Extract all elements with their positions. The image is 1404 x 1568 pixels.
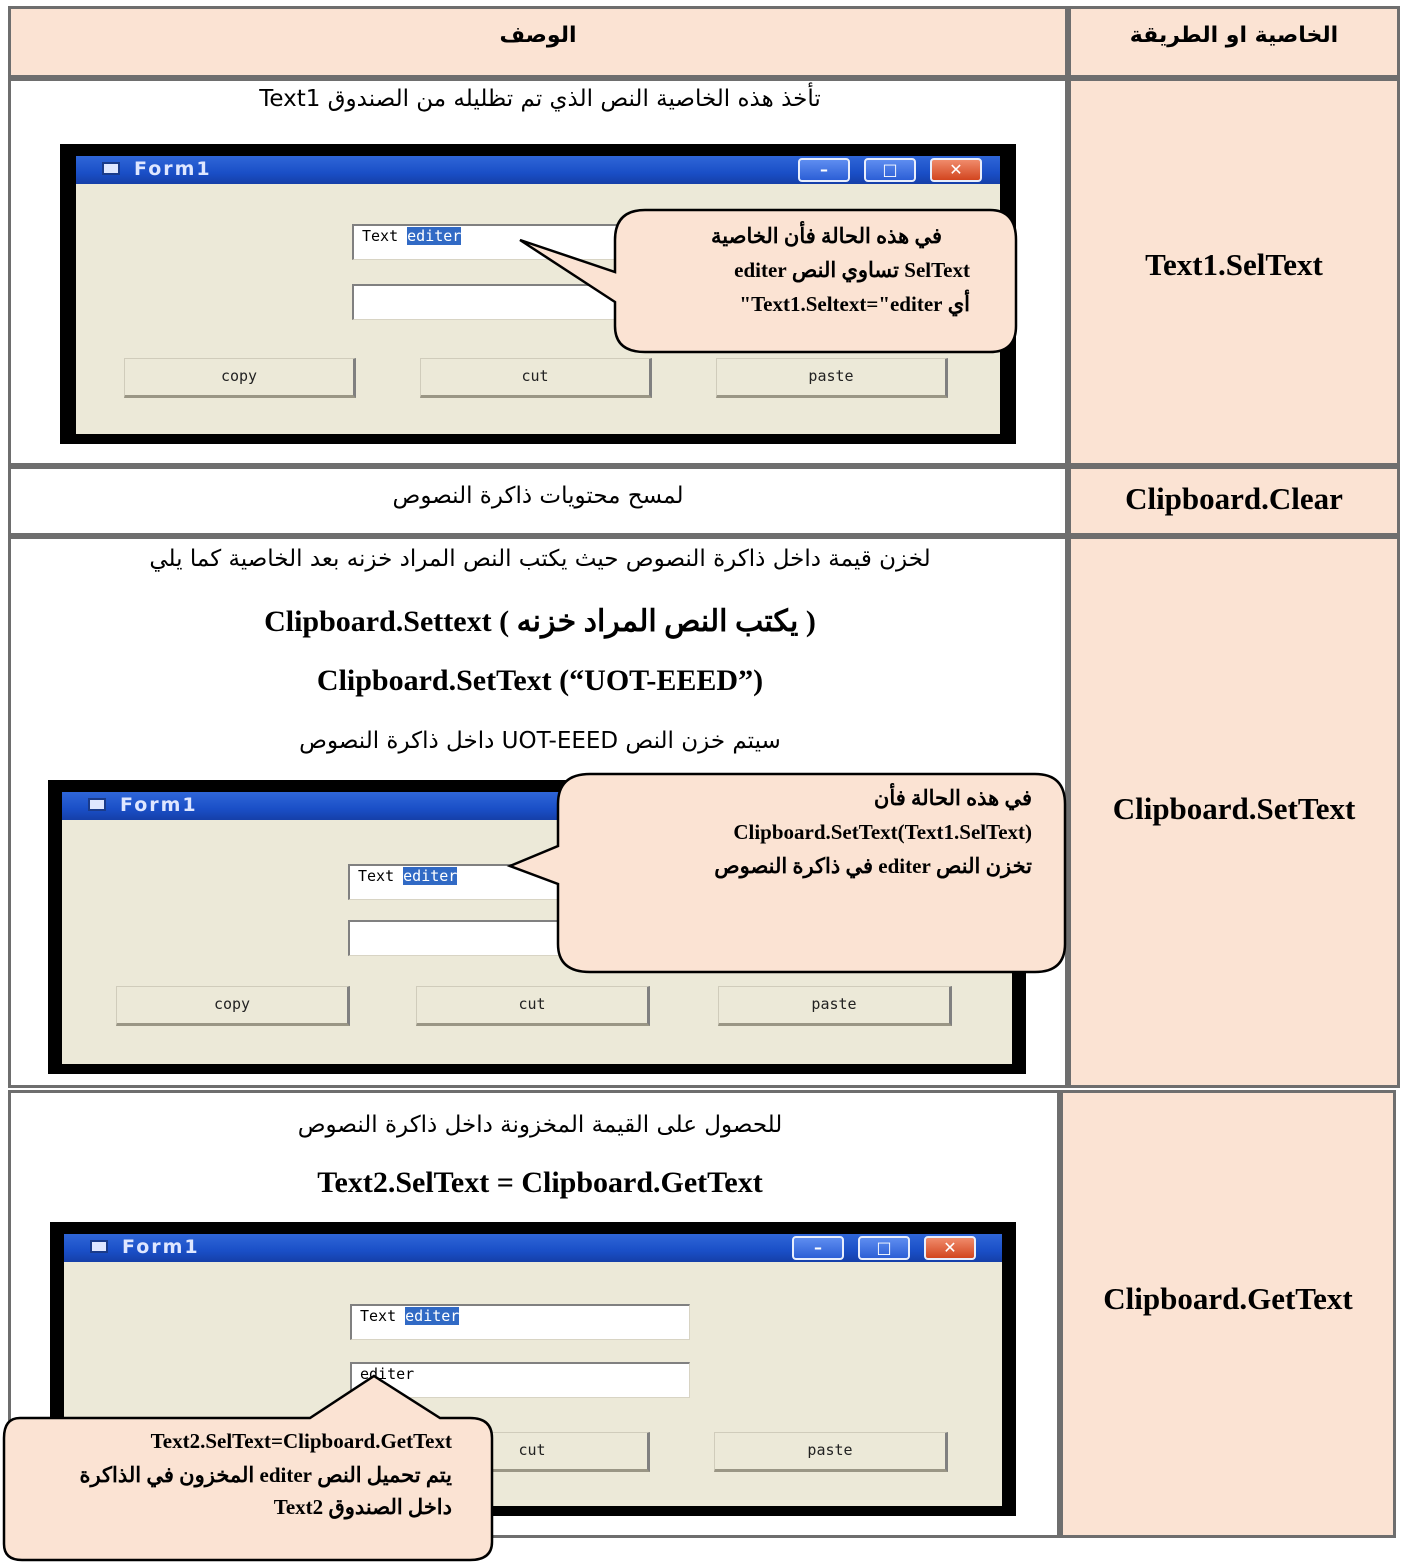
- row4-callout-line1: Text2.SelText=Clipboard.GetText: [150, 1429, 452, 1453]
- row3-result: سيتم خزن النص UOT-EEED داخل ذاكرة النصوص: [299, 728, 781, 754]
- row2-desc-cell: لمسح محتويات ذاكرة النصوص: [8, 466, 1068, 536]
- row3-text1-selection: editer: [403, 867, 458, 885]
- row3-syntax: Clipboard.Settext ( يكتب النص المراد خزن…: [40, 604, 1040, 639]
- row4-desc: للحصول على القيمة المخزونة داخل ذاكرة ال…: [297, 1112, 783, 1138]
- row4-callout: Text2.SelText=Clipboard.GetText يتم تحمي…: [0, 1372, 500, 1562]
- paste-button[interactable]: paste: [716, 358, 948, 398]
- row1-callout-line1: في هذه الحالة فأن الخاصية: [711, 224, 942, 248]
- row1-callout-line3: أي Text1.Seltext="editer": [739, 292, 970, 316]
- row3-callout-line1: في هذه الحالة فأن: [873, 786, 1032, 810]
- row1-window-title: Form1: [134, 158, 212, 180]
- copy-button[interactable]: copy: [124, 358, 356, 398]
- cut-button[interactable]: cut: [416, 986, 650, 1026]
- copy-button[interactable]: copy: [116, 986, 350, 1026]
- row4-example: Text2.SelText = Clipboard.GetText: [317, 1166, 763, 1199]
- row1-text1-selection: editer: [407, 227, 462, 245]
- header-method-label: الخاصية او الطريقة: [1129, 23, 1339, 48]
- row4-titlebar[interactable]: Form1 – □ ✕: [64, 1234, 1002, 1262]
- maximize-icon[interactable]: □: [864, 158, 916, 182]
- row1-callout-line2: SelText تساوي النص editer: [734, 258, 970, 282]
- row2-desc: لمسح محتويات ذاكرة النصوص: [392, 483, 684, 509]
- close-icon[interactable]: ✕: [930, 158, 982, 182]
- paste-button[interactable]: paste: [714, 1432, 948, 1472]
- row3-desc: لخزن قيمة داخل ذاكرة النصوص حيث يكتب الن…: [149, 546, 931, 572]
- row4-callout-line2: يتم تحميل النص editer المخزون في الذاكرة: [79, 1463, 452, 1487]
- row3-example: Clipboard.SetText (“UOT-EEED”): [316, 664, 764, 697]
- form-icon: [88, 798, 106, 811]
- maximize-icon[interactable]: □: [858, 1236, 910, 1260]
- row4-text1[interactable]: Text editer: [350, 1304, 690, 1340]
- row2-method-cell: Clipboard.Clear: [1068, 466, 1400, 536]
- row3-syntax-text: Clipboard.Settext ( يكتب النص المراد خزن…: [264, 605, 816, 638]
- row3-callout-line3: تخزن النص editer في ذاكرة النصوص: [714, 854, 1032, 878]
- form-icon: [102, 162, 120, 175]
- close-icon[interactable]: ✕: [924, 1236, 976, 1260]
- row1-desc: تأخذ هذه الخاصية النص الذي تم تظليله من …: [259, 86, 821, 112]
- minimize-icon[interactable]: –: [798, 158, 850, 182]
- minimize-icon[interactable]: –: [792, 1236, 844, 1260]
- row3-callout-line2: Clipboard.SetText(Text1.SelText): [733, 820, 1032, 844]
- row1-method-cell: Text1.SelText: [1068, 78, 1400, 466]
- row4-callout-line3: داخل الصندوق Text2: [273, 1495, 452, 1519]
- row3-text1-prefix: Text: [358, 867, 395, 885]
- row4-method: Clipboard.GetText: [1103, 1281, 1353, 1316]
- row4-method-cell: Clipboard.GetText: [1060, 1090, 1396, 1538]
- cut-button[interactable]: cut: [420, 358, 652, 398]
- row3-method-cell: Clipboard.SetText: [1068, 536, 1400, 1088]
- row2-method: Clipboard.Clear: [1125, 481, 1343, 516]
- row4-text1-prefix: Text: [360, 1307, 397, 1325]
- row1-method: Text1.SelText: [1145, 247, 1323, 282]
- header-method-cell: الخاصية او الطريقة: [1068, 6, 1400, 78]
- row1-callout: في هذه الحالة فأن الخاصية SelText تساوي …: [510, 200, 1020, 356]
- header-desc-label: الوصف: [499, 23, 577, 48]
- row3-window-title: Form1: [120, 794, 198, 816]
- row3-callout: في هذه الحالة فأن Clipboard.SetText(Text…: [500, 768, 1070, 978]
- header-desc-cell: الوصف: [8, 6, 1068, 78]
- row4-window-title: Form1: [122, 1236, 200, 1258]
- form-icon: [90, 1240, 108, 1253]
- paste-button[interactable]: paste: [718, 986, 952, 1026]
- row1-text1-prefix: Text: [362, 227, 399, 245]
- row4-text1-selection: editer: [405, 1307, 460, 1325]
- row3-method: Clipboard.SetText: [1112, 791, 1356, 826]
- row1-titlebar[interactable]: Form1 – □ ✕: [76, 156, 1000, 184]
